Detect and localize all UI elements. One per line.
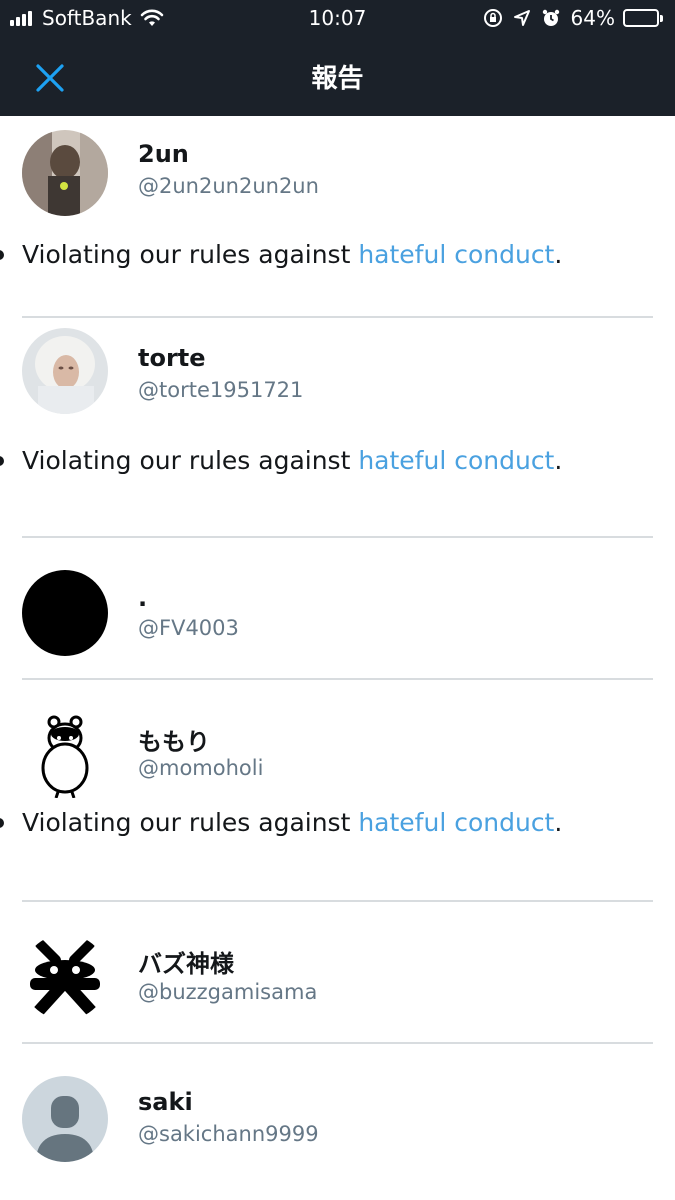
account-handle: @torte1951721 — [138, 378, 304, 402]
account-row[interactable]: バズ神様 @buzzgamisama — [0, 902, 675, 1042]
account-name: ももり — [138, 728, 210, 756]
alarm-icon — [541, 8, 561, 28]
account-name: 2un — [138, 140, 189, 168]
avatar — [22, 328, 108, 414]
account-row[interactable]: 2un @2un2un2un2un — [0, 116, 675, 224]
account-handle: @sakichann9999 — [138, 1122, 319, 1146]
account-name: バズ神様 — [138, 950, 234, 978]
bullet — [0, 456, 4, 466]
battery-percent: 64% — [570, 6, 615, 30]
account-row[interactable]: ももり @momoholi — [0, 680, 675, 808]
hateful-conduct-link[interactable]: hateful conduct — [358, 240, 554, 269]
report-reason: Violating our rules against hateful cond… — [0, 446, 675, 536]
avatar — [22, 570, 108, 656]
battery-icon — [623, 9, 663, 27]
account-name: . — [138, 584, 148, 612]
avatar — [22, 712, 108, 798]
account-name: saki — [138, 1088, 193, 1116]
page-title: 報告 — [311, 64, 364, 94]
avatar — [22, 1076, 108, 1162]
account-name: torte — [138, 344, 206, 372]
reported-accounts-list: 2un @2un2un2un2un Violating our rules ag… — [0, 116, 675, 1184]
report-reason: Violating our rules against hateful cond… — [0, 808, 675, 900]
hateful-conduct-link[interactable]: hateful conduct — [358, 808, 554, 837]
report-reason: Violating our rules against hateful cond… — [0, 224, 675, 316]
app-header: SoftBank 10:07 64% 報告 — [0, 0, 675, 116]
hateful-conduct-link[interactable]: hateful conduct — [358, 446, 554, 475]
account-handle: @momoholi — [138, 756, 264, 780]
nav-bar: 報告 — [0, 40, 675, 116]
account-handle: @buzzgamisama — [138, 980, 318, 1004]
account-handle: @2un2un2un2un — [138, 174, 319, 198]
location-icon — [513, 9, 531, 27]
status-bar: SoftBank 10:07 64% — [0, 0, 675, 40]
avatar — [22, 934, 108, 1020]
rotation-lock-icon — [483, 8, 503, 28]
account-handle: @FV4003 — [138, 616, 239, 640]
account-row[interactable]: . @FV4003 — [0, 538, 675, 678]
avatar — [22, 130, 108, 216]
bullet — [0, 818, 4, 828]
bullet — [0, 250, 4, 260]
account-row[interactable]: torte @torte1951721 — [0, 318, 675, 446]
account-row[interactable]: saki @sakichann9999 — [0, 1044, 675, 1184]
